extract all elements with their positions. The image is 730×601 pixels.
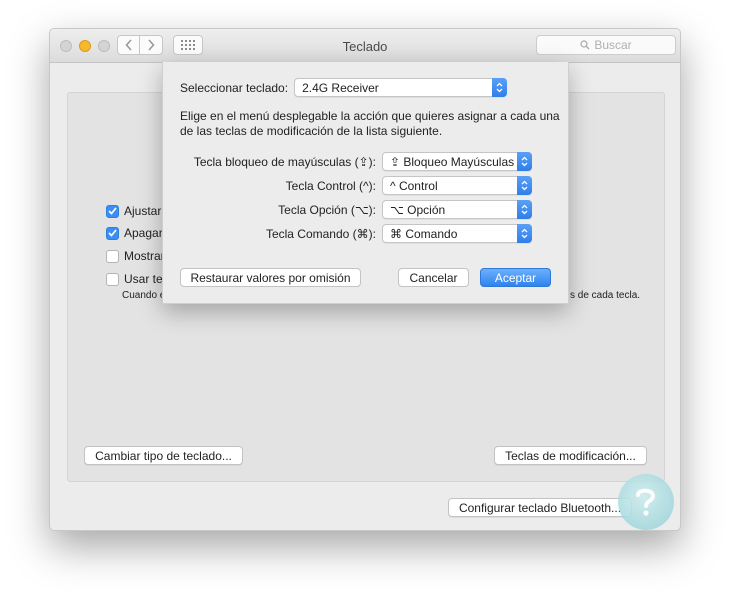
checkbox-row-4[interactable]: Usar tec bbox=[106, 271, 169, 287]
checkbox-note-right: s de cada tecla. bbox=[570, 290, 641, 301]
control-popup[interactable]: ^ Control bbox=[382, 176, 532, 195]
caps-lock-popup[interactable]: ⇪ Bloqueo Mayúsculas bbox=[382, 152, 532, 171]
modifier-keys-button[interactable]: Teclas de modificación... bbox=[494, 446, 647, 465]
modifier-label-command: Tecla Comando (⌘): bbox=[265, 226, 376, 241]
search-placeholder: Buscar bbox=[594, 38, 632, 52]
up-down-chevron-icon bbox=[517, 200, 532, 219]
control-value: ^ Control bbox=[390, 178, 438, 193]
up-down-chevron-icon bbox=[517, 152, 532, 171]
watermark-logo bbox=[618, 474, 674, 530]
modifier-row-option: Tecla Opción (⌥): ⌥ Opción bbox=[278, 200, 532, 219]
checkmark-icon bbox=[108, 229, 117, 237]
up-down-chevron-icon bbox=[517, 176, 532, 195]
option-value: ⌥ Opción bbox=[390, 202, 446, 217]
bluetooth-keyboard-setup-button[interactable]: Configurar teclado Bluetooth... bbox=[448, 498, 632, 517]
command-popup[interactable]: ⌘ Comando bbox=[382, 224, 532, 243]
keyboard-select-popup[interactable]: 2.4G Receiver bbox=[294, 78, 508, 97]
search-icon bbox=[580, 40, 590, 50]
keyboard-select-label: Seleccionar teclado: bbox=[180, 80, 289, 95]
checkbox-2[interactable] bbox=[106, 226, 119, 240]
checkbox-1[interactable] bbox=[106, 204, 119, 218]
modifier-row-caps-lock: Tecla bloqueo de mayúsculas (⇪): ⇪ Bloqu… bbox=[194, 152, 532, 171]
command-value: ⌘ Comando bbox=[390, 226, 458, 241]
option-popup[interactable]: ⌥ Opción bbox=[382, 200, 532, 219]
modifier-row-control: Tecla Control (^): ^ Control bbox=[286, 176, 532, 195]
checkbox-note-left: Cuando e bbox=[122, 290, 166, 301]
modifier-row-command: Tecla Comando (⌘): ⌘ Comando bbox=[266, 224, 532, 243]
accept-button[interactable]: Aceptar bbox=[480, 268, 551, 287]
checkbox-row-3[interactable]: Mostrar bbox=[106, 248, 165, 264]
title-bar: Teclado Buscar bbox=[50, 29, 680, 63]
checkbox-row-2[interactable]: Apagar l bbox=[106, 225, 169, 241]
modifier-label-option: Tecla Opción (⌥): bbox=[278, 202, 376, 217]
keyboard-select-row: Seleccionar teclado: 2.4G Receiver bbox=[180, 78, 508, 97]
keyboard-select-value: 2.4G Receiver bbox=[302, 80, 379, 95]
watermark-logo-icon bbox=[636, 488, 656, 516]
checkbox-4[interactable] bbox=[106, 272, 119, 286]
up-down-chevron-icon bbox=[517, 224, 532, 243]
checkbox-3[interactable] bbox=[106, 249, 119, 263]
cancel-button[interactable]: Cancelar bbox=[398, 268, 469, 287]
restore-defaults-button[interactable]: Restaurar valores por omisión bbox=[180, 268, 361, 287]
checkbox-label-3: Mostrar bbox=[124, 249, 165, 263]
sheet-description: Elige en el menú desplegable la acción q… bbox=[180, 109, 560, 138]
caps-lock-value: ⇪ Bloqueo Mayúsculas bbox=[390, 154, 515, 169]
checkmark-icon bbox=[108, 207, 117, 215]
modifier-keys-sheet: Seleccionar teclado: 2.4G Receiver Elige… bbox=[162, 62, 569, 304]
up-down-chevron-icon bbox=[492, 78, 508, 97]
modifier-label-caps-lock: Tecla bloqueo de mayúsculas (⇪): bbox=[193, 154, 376, 169]
change-keyboard-type-button[interactable]: Cambiar tipo de teclado... bbox=[84, 446, 243, 465]
modifier-label-control: Tecla Control (^): bbox=[285, 178, 376, 193]
search-field[interactable]: Buscar bbox=[536, 35, 676, 55]
